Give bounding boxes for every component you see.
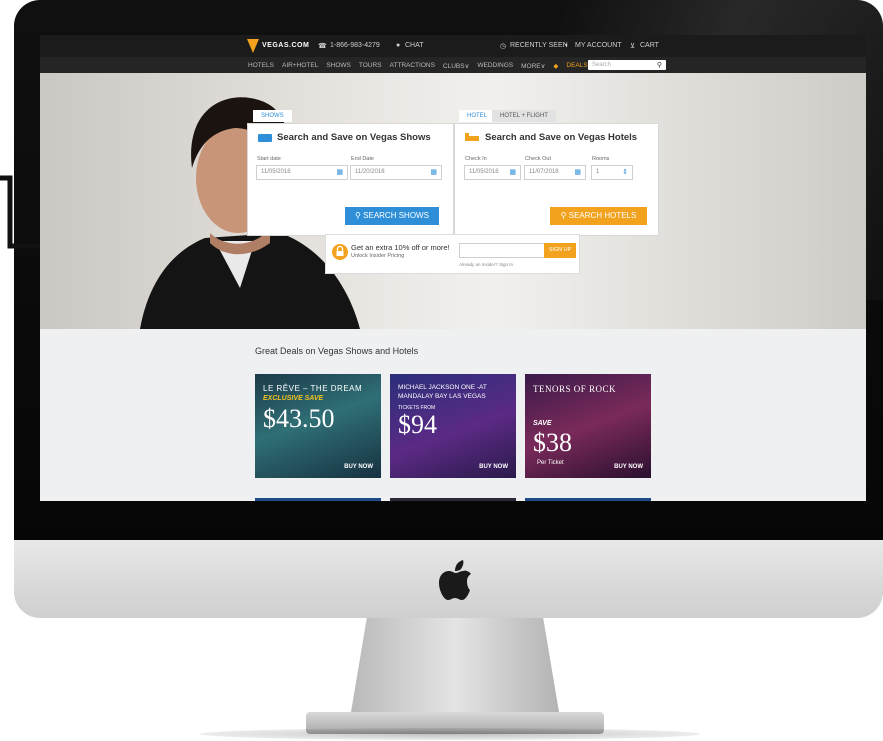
tab-hotel-flight[interactable]: HOTEL + FLIGHT <box>492 110 556 122</box>
search-hotels-button[interactable]: ⚲ SEARCH HOTELS <box>550 207 647 225</box>
search-icon: ⚲ <box>560 211 569 220</box>
deal-card-price: $38 <box>533 428 572 457</box>
buy-now-button[interactable]: BUY NOW <box>479 464 508 470</box>
top-utility-bar: VEGAS.COM ☎ 1-866-983-4279 ● CHAT ◷ RECE… <box>40 35 866 57</box>
cart-link[interactable]: CART <box>640 42 659 49</box>
deal-card-title: MICHAEL JACKSON ONE -AT <box>398 384 487 391</box>
end-date-label: End Date <box>351 156 374 162</box>
end-date-value: 11/20/2018 <box>355 169 385 175</box>
chevron-updown-icon: ⇕ <box>622 169 628 176</box>
rooms-label: Rooms <box>592 156 610 162</box>
my-account-link[interactable]: MY ACCOUNT <box>575 42 622 49</box>
search-shows-label: SEARCH SHOWS <box>363 211 429 220</box>
nav-hotels[interactable]: HOTELS <box>248 62 274 70</box>
deal-card-per-ticket: Per Ticket <box>537 460 564 466</box>
buy-now-button[interactable]: BUY NOW <box>614 464 643 470</box>
vegas-logo-icon[interactable] <box>247 39 259 53</box>
stand-shadow <box>200 728 700 740</box>
nav-attractions[interactable]: ATTRACTIONS <box>390 62 435 70</box>
tab-shows[interactable]: SHOWS <box>253 110 292 122</box>
nav-weddings[interactable]: WEDDINGS <box>477 62 513 70</box>
insider-headline: Get an extra 10% off or more! <box>351 243 450 252</box>
apple-logo-icon <box>439 560 471 600</box>
start-date-value: 11/05/2018 <box>261 169 291 175</box>
nav-more[interactable]: MORE∨ <box>521 62 545 70</box>
check-out-value: 11/07/2018 <box>529 169 559 175</box>
sign-up-button[interactable]: SIGN UP <box>544 243 576 258</box>
insider-email-field[interactable] <box>459 243 545 258</box>
deal-card-tenors-of-rock[interactable]: TENORS OF ROCK SAVE $38 Per Ticket BUY N… <box>525 374 651 478</box>
ticket-icon <box>258 134 272 142</box>
deal-card-partial[interactable] <box>390 498 516 501</box>
imac-stand <box>350 618 560 718</box>
rooms-value: 1 <box>596 169 600 175</box>
check-in-field[interactable]: 11/05/2018 ▦ <box>464 165 521 180</box>
bed-icon <box>465 133 479 141</box>
end-date-field[interactable]: 11/20/2018 ▦ <box>350 165 442 180</box>
account-icon: ▪ <box>565 42 568 49</box>
search-placeholder: Search <box>592 62 612 68</box>
phone-number[interactable]: 1-866-983-4279 <box>330 42 380 49</box>
tag-icon: ◆ <box>553 63 559 70</box>
insider-sign-in-link[interactable]: Already an Insider? Sign In <box>459 262 513 267</box>
nav-items: HOTELS AIR+HOTEL SHOWS TOURS ATTRACTIONS… <box>248 62 588 70</box>
nav-clubs[interactable]: CLUBS∨ <box>443 62 469 70</box>
search-shows-button[interactable]: ⚲ SEARCH SHOWS <box>345 207 439 225</box>
start-date-label: Start date <box>257 156 281 162</box>
calendar-icon[interactable]: ▦ <box>574 168 581 176</box>
calendar-icon[interactable]: ▦ <box>336 168 343 176</box>
cart-icon: ⊻ <box>630 43 636 50</box>
calendar-icon[interactable]: ▦ <box>430 168 437 176</box>
calendar-icon[interactable]: ▦ <box>509 168 516 176</box>
shows-panel-title: Search and Save on Vegas Shows <box>277 132 431 143</box>
deal-card-michael-jackson[interactable]: MICHAEL JACKSON ONE -AT MANDALAY BAY LAS… <box>390 374 516 478</box>
recently-seen-link[interactable]: RECENTLY SEEN <box>510 42 568 49</box>
deal-card-price: $94 <box>398 410 437 439</box>
check-out-field[interactable]: 11/07/2018 ▦ <box>524 165 586 180</box>
shows-search-panel: Search and Save on Vegas Shows Start dat… <box>247 123 454 236</box>
buy-now-button[interactable]: BUY NOW <box>344 464 373 470</box>
deal-card-subtitle: MANDALAY BAY LAS VEGAS <box>398 393 486 400</box>
insider-subtext: Unlock Insider Pricing <box>351 253 405 259</box>
nav-air-hotel[interactable]: AIR+HOTEL <box>282 62 318 70</box>
deal-card-partial[interactable] <box>255 498 381 501</box>
phone-icon: ☎ <box>318 43 327 50</box>
rooms-select[interactable]: 1 ⇕ <box>591 165 633 180</box>
site-logo-text[interactable]: VEGAS.COM <box>262 42 309 49</box>
deal-card-le-reve[interactable]: LE RÊVE – THE DREAM EXCLUSIVE SAVE $43.5… <box>255 374 381 478</box>
nav-deals[interactable]: DEALS <box>566 62 587 70</box>
check-out-label: Check Out <box>525 156 551 162</box>
hotels-panel-title: Search and Save on Vegas Hotels <box>485 132 638 143</box>
clock-icon: ◷ <box>500 43 507 50</box>
deal-card-subtitle: SAVE <box>533 420 552 427</box>
check-in-value: 11/05/2018 <box>469 169 499 175</box>
search-icon: ⚲ <box>355 211 364 220</box>
chat-icon: ● <box>396 42 401 49</box>
deal-card-title: TENORS OF ROCK <box>533 384 617 394</box>
deal-card-price: $43.50 <box>263 404 335 433</box>
deal-card-partial[interactable] <box>525 498 651 501</box>
deal-card-title: LE RÊVE – THE DREAM <box>263 384 363 393</box>
website-screen: VEGAS.COM ☎ 1-866-983-4279 ● CHAT ◷ RECE… <box>40 35 866 501</box>
main-nav: HOTELS AIR+HOTEL SHOWS TOURS ATTRACTIONS… <box>40 57 866 73</box>
nav-shows[interactable]: SHOWS <box>326 62 351 70</box>
search-input[interactable]: Search ⚲ <box>588 60 666 70</box>
start-date-field[interactable]: 11/05/2018 ▦ <box>256 165 348 180</box>
lock-icon <box>332 244 348 260</box>
nav-tours[interactable]: TOURS <box>359 62 382 70</box>
insider-signup-box: Get an extra 10% off or more! Unlock Ins… <box>325 234 580 274</box>
check-in-label: Check In <box>465 156 487 162</box>
search-icon[interactable]: ⚲ <box>657 61 662 69</box>
deals-section-title: Great Deals on Vegas Shows and Hotels <box>255 346 419 356</box>
search-hotels-label: SEARCH HOTELS <box>568 211 637 220</box>
chat-link[interactable]: CHAT <box>405 42 424 49</box>
tab-hotel[interactable]: HOTEL <box>459 110 496 122</box>
deal-card-subtitle: EXCLUSIVE SAVE <box>263 395 324 402</box>
hotels-search-panel: Search and Save on Vegas Hotels Check In… <box>454 123 659 236</box>
